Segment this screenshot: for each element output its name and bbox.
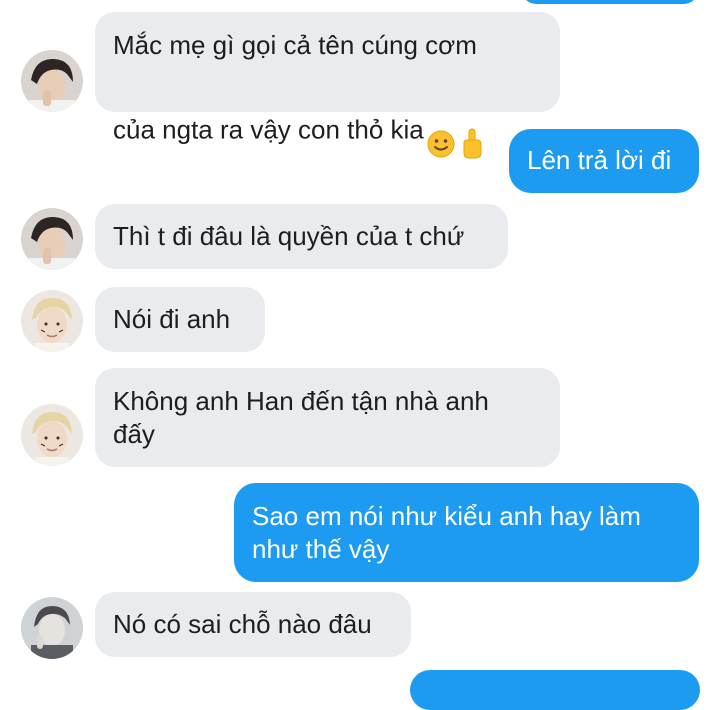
message-bubble-outgoing[interactable]: Sao em nói như kiểu anh hay làm như thế …	[234, 483, 699, 582]
message-text: Nó có sai chỗ nào đâu	[113, 609, 372, 639]
avatar[interactable]	[21, 208, 83, 270]
avatar[interactable]	[21, 404, 83, 466]
message-text: Mắc mẹ gì gọi cả tên cúng cơm	[113, 30, 477, 60]
message-bubble-outgoing[interactable]: Lên trả lời đi	[509, 129, 699, 193]
message-text: đấy	[113, 419, 155, 449]
avatar-blonde-hair-image	[21, 404, 83, 466]
outgoing-bubble-partial-top[interactable]	[520, 0, 700, 4]
avatar-grey-photo-image	[21, 597, 83, 659]
message-text: Sao em nói như kiểu anh hay làm	[252, 501, 641, 531]
message-text: Nói đi anh	[113, 304, 231, 334]
message-text: Thì t đi đâu là quyền của t chứ	[113, 221, 465, 251]
message-bubble-incoming[interactable]: Không anh Han đến tận nhà anh đấy	[95, 368, 560, 467]
message-text: Lên trả lời đi	[527, 145, 672, 175]
message-text: Không anh Han đến tận nhà anh	[113, 386, 489, 416]
message-bubble-incoming[interactable]: Mắc mẹ gì gọi cả tên cúng cơm của ngta r…	[95, 12, 560, 159]
chat-thread: Mắc mẹ gì gọi cả tên cúng cơm của ngta r…	[0, 0, 720, 710]
message-bubble-incoming[interactable]: Nó có sai chỗ nào đâu	[95, 592, 411, 657]
message-bubble-incoming[interactable]: Nói đi anh	[95, 287, 265, 352]
avatar[interactable]	[21, 597, 83, 659]
outgoing-bubble-partial-bottom[interactable]	[410, 670, 700, 710]
avatar-dark-hair-image	[21, 208, 83, 270]
message-text: của ngta ra vậy con thỏ kia	[113, 62, 484, 168]
slightly-smiling-face-icon	[426, 96, 456, 167]
message-text: như thế vậy	[252, 534, 390, 564]
avatar-blonde-hair-image	[21, 290, 83, 352]
avatar-dark-hair-image	[21, 50, 83, 112]
avatar[interactable]	[21, 50, 83, 112]
middle-finger-icon	[460, 95, 484, 168]
message-bubble-incoming[interactable]: Thì t đi đâu là quyền của t chứ	[95, 204, 508, 269]
avatar[interactable]	[21, 290, 83, 352]
